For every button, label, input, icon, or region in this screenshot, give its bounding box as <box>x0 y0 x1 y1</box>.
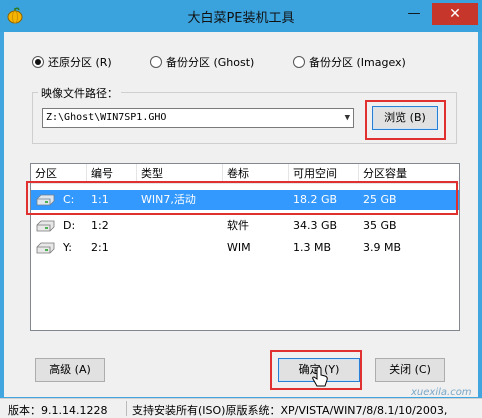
support-text: 支持安装所有(ISO)原版系统：XP/VISTA/WIN7/8/8.1/10/2… <box>132 404 448 417</box>
hard-drive-icon <box>36 220 55 232</box>
radio-label: 备份分区 (Imagex) <box>309 56 406 69</box>
cell-free: 1.3 MB <box>293 241 332 254</box>
cell-type <box>137 238 141 258</box>
image-path-label: 映像文件路径： <box>38 85 121 101</box>
radio-backup-ghost[interactable]: 备份分区 (Ghost) <box>150 54 254 70</box>
radio-label: 还原分区 (R) <box>48 56 112 69</box>
table-row[interactable]: Y: 2:1 WIM 1.3 MB 3.9 MB <box>31 238 459 258</box>
minimize-button[interactable]: — <box>400 3 428 25</box>
cell-number: 2:1 <box>91 241 109 254</box>
cell-label: WIM <box>227 241 251 254</box>
radio-indicator[interactable] <box>293 56 305 68</box>
cell-number: 1:2 <box>91 219 109 232</box>
cell-drive: D: <box>63 219 76 232</box>
close-window-button[interactable]: ✕ <box>432 3 478 25</box>
radio-indicator[interactable] <box>150 56 162 68</box>
cell-size: 35 GB <box>363 219 397 232</box>
version-text: 版本：9.1.14.1228 <box>8 404 108 417</box>
status-separator <box>126 401 127 416</box>
mouse-cursor-icon <box>312 366 328 387</box>
radio-indicator[interactable] <box>32 56 44 68</box>
table-row[interactable]: D: 1:2 软件 34.3 GB 35 GB <box>31 216 459 236</box>
image-path-value: Z:\Ghost\WIN7SP1.GHO <box>46 112 167 123</box>
radio-backup-imagex[interactable]: 备份分区 (Imagex) <box>293 54 406 70</box>
image-path-combobox[interactable]: Z:\Ghost\WIN7SP1.GHO ▼ <box>42 108 354 128</box>
status-bar: 版本：9.1.14.1228 支持安装所有(ISO)原版系统：XP/VISTA/… <box>0 398 482 418</box>
watermark: xuexila.com <box>411 387 472 398</box>
hard-drive-icon <box>36 242 55 254</box>
close-button[interactable]: 关闭 (C) <box>375 358 445 382</box>
cell-type <box>137 216 141 236</box>
title-bar[interactable]: 大白菜PE装机工具 — ✕ <box>0 0 482 32</box>
radio-label: 备份分区 (Ghost) <box>166 56 255 69</box>
chevron-down-icon[interactable]: ▼ <box>345 109 350 127</box>
cell-size: 3.9 MB <box>363 241 402 254</box>
cell-drive: Y: <box>63 241 72 254</box>
highlight-box <box>26 181 458 215</box>
cell-free: 34.3 GB <box>293 219 338 232</box>
radio-restore-partition[interactable]: 还原分区 (R) <box>32 54 112 70</box>
cell-label: 软件 <box>227 219 249 232</box>
advanced-button[interactable]: 高级 (A) <box>35 358 105 382</box>
highlight-box <box>365 100 446 140</box>
